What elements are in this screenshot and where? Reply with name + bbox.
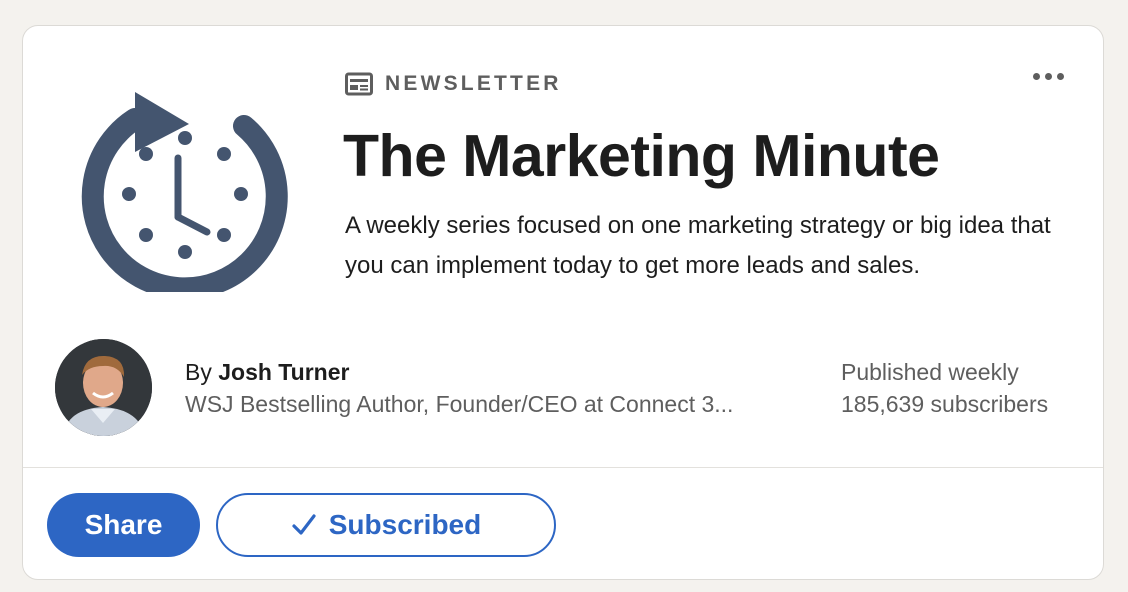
newsletter-meta: Published weekly 185,639 subscribers [841, 356, 1048, 420]
share-button[interactable]: Share [47, 493, 200, 557]
newspaper-icon [345, 72, 373, 96]
more-dot [1044, 72, 1052, 80]
author-by-label: By [185, 359, 212, 385]
subscriber-count: 185,639 subscribers [841, 391, 1049, 417]
author-headline: WSJ Bestselling Author, Founder/CEO at C… [185, 391, 734, 417]
more-options-button[interactable] [1023, 64, 1073, 88]
author-byline: By Josh Turner [185, 356, 733, 388]
newsletter-card: NEWSLETTER The Marketing Minute A weekly… [22, 25, 1104, 580]
eyebrow-label: NEWSLETTER [385, 72, 562, 95]
subscribed-button[interactable]: Subscribed [216, 493, 556, 557]
author-photo [55, 339, 152, 436]
publish-frequency: Published weekly [841, 359, 1019, 385]
subscribed-button-label: Subscribed [328, 509, 482, 540]
share-button-label: Share [84, 509, 163, 540]
clock-refresh-icon [81, 92, 288, 292]
author-name[interactable]: Josh Turner [218, 359, 349, 385]
newsletter-description: A weekly series focused on one marketing… [345, 212, 1051, 279]
author-info: By Josh Turner WSJ Bestselling Author, F… [185, 356, 733, 420]
more-dot [1056, 72, 1064, 80]
author-avatar[interactable] [55, 339, 152, 436]
newsletter-eyebrow: NEWSLETTER [345, 72, 562, 96]
more-dot [1032, 72, 1040, 80]
checkmark-icon [292, 514, 316, 535]
newsletter-title[interactable]: The Marketing Minute [343, 122, 940, 190]
divider [23, 467, 1103, 468]
